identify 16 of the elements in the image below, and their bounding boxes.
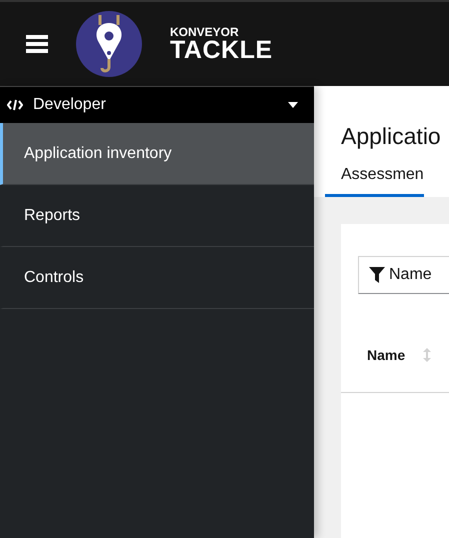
logo-icon (76, 11, 142, 77)
nav-item[interactable]: Controls (0, 247, 314, 309)
caret-icon (288, 102, 298, 108)
perspective-selector[interactable]: Developer (0, 86, 314, 123)
menu-icon[interactable] (26, 34, 48, 54)
sort-icon (423, 348, 432, 362)
code-icon (7, 99, 23, 111)
filter-dropdown[interactable]: Name (358, 256, 449, 294)
filter-icon (369, 267, 385, 283)
page-title: Applicatio (341, 123, 442, 150)
column-header[interactable]: Name (367, 347, 432, 363)
tab[interactable]: Assessmen (325, 166, 424, 197)
brand-name-small: KONVEYOR (170, 26, 240, 38)
nav-item[interactable]: Application inventory (0, 123, 314, 185)
brand-name: TACKLE (170, 38, 273, 62)
nav-item[interactable]: Reports (0, 185, 314, 247)
